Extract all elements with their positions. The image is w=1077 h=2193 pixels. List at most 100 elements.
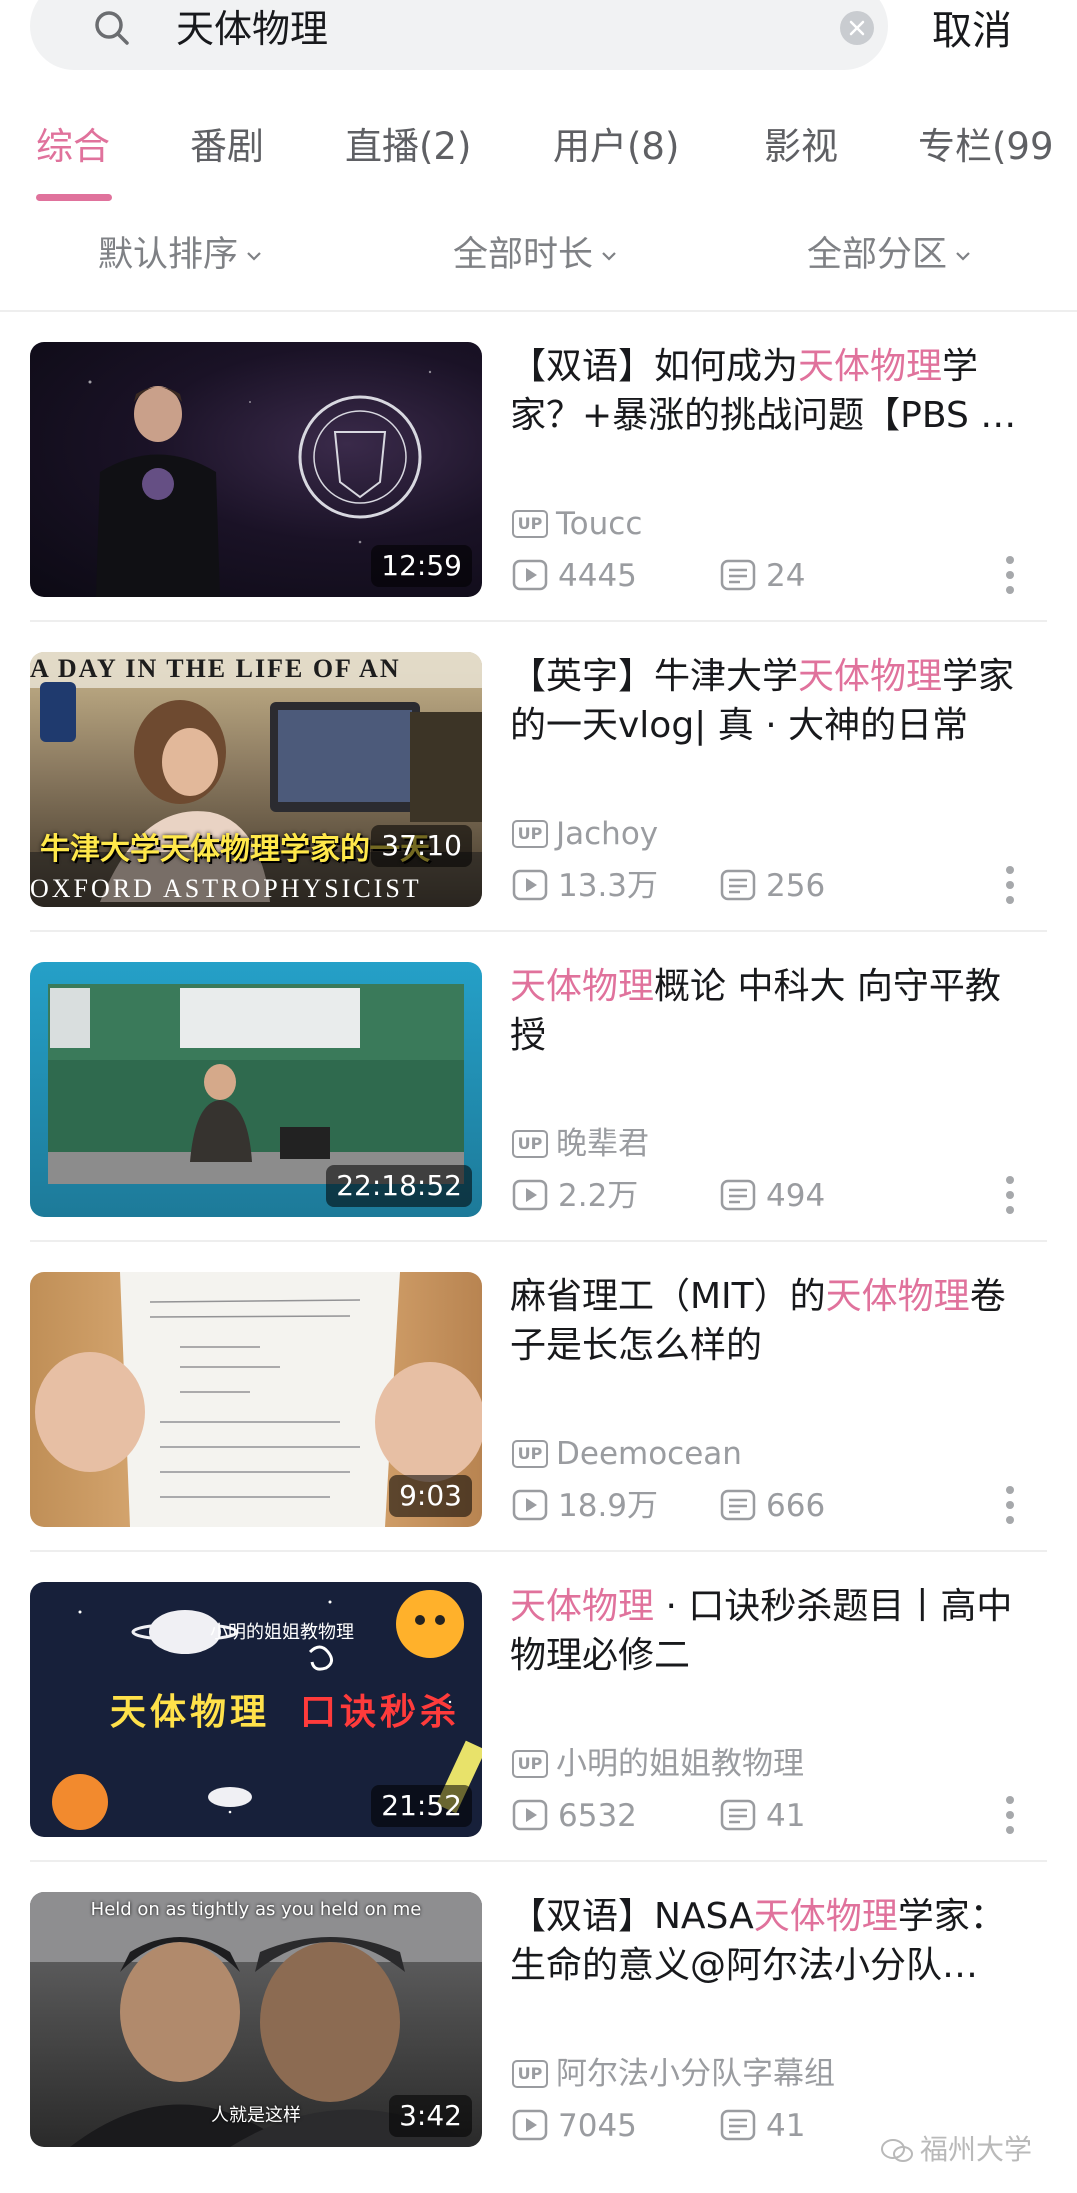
video-card[interactable]: 9:03 麻省理工（MIT）的天体物理卷子是长怎么样的 UP Deemocean … [0,1242,1077,1552]
danmaku-icon [720,869,756,901]
search-box[interactable]: 天体物理 [30,0,888,70]
title-highlight: 天体物理 [753,1896,898,1937]
tab-all[interactable]: 综合 [36,122,110,172]
video-title[interactable]: 【英字】牛津大学天体物理学家的一天vlog| 真 · 大神的日常 [510,652,1030,750]
video-duration: 21:52 [371,1785,472,1827]
duration-filter[interactable]: 全部时长 [453,231,617,279]
play-count-icon [512,869,548,901]
cancel-button[interactable]: 取消 [932,6,1012,56]
video-duration: 3:42 [389,2095,472,2137]
search-input[interactable]: 天体物理 [176,4,328,54]
video-card[interactable]: 小明的姐姐教物理 天体物理 口诀秒杀 21:52 天体物理 · 口诀秒杀题目丨高… [0,1552,1077,1862]
chevron-down-icon [956,252,970,261]
search-icon [95,11,129,45]
view-count-value: 6532 [558,1798,637,1834]
view-count-value: 2.2万 [558,1178,639,1214]
duration-filter-label: 全部时长 [453,235,594,275]
comment-count-value: 41 [766,2108,806,2144]
uploader-name: Jachoy [556,816,659,852]
uploader-row[interactable]: UP Toucc [512,504,642,544]
danmaku-icon [720,1799,756,1831]
title-highlight: 天体物理 [798,656,943,697]
more-options-icon[interactable] [1000,554,1020,598]
danmaku-icon [720,559,756,591]
filter-bar: 默认排序 全部时长 全部分区 [0,225,1077,293]
video-thumbnail[interactable]: A DAY IN THE LIFE OF AN 牛津大学天体物理学家的一天 OX… [30,652,482,907]
video-title[interactable]: 【双语】NASA天体物理学家：生命的意义@阿尔法小分队… [510,1892,1030,1990]
clear-icon[interactable] [840,11,874,45]
comment-count-value: 256 [766,868,826,904]
uploader-name: Deemocean [556,1436,742,1472]
danmaku-icon [720,1489,756,1521]
video-title[interactable]: 麻省理工（MIT）的天体物理卷子是长怎么样的 [510,1272,1030,1370]
stats-row: 6532 41 [512,1796,1032,1836]
video-title[interactable]: 【双语】如何成为天体物理学家？+暴涨的挑战问题【PBS … [510,342,1030,440]
uploader-row[interactable]: UP Deemocean [512,1434,742,1474]
search-tabs: 综合 番剧 直播(2) 用户(8) 影视 专栏(99 [0,112,1077,202]
stats-row: 13.3万 256 [512,866,1032,906]
search-header: 天体物理 取消 [0,0,1077,85]
comment-count-value: 41 [766,1798,806,1834]
play-count-icon [512,2109,548,2141]
uploader-row[interactable]: UP 阿尔法小分队字幕组 [512,2054,835,2094]
comment-count-value: 494 [766,1178,826,1214]
zone-filter[interactable]: 全部分区 [807,231,971,279]
chevron-down-icon [602,252,616,261]
up-badge-icon: UP [512,510,548,538]
thumbnail-banner-top: A DAY IN THE LIFE OF AN [30,654,401,683]
video-thumbnail[interactable]: 12:59 [30,342,482,597]
video-card[interactable]: 22:18:52 天体物理概论 中科大 向守平教授 UP 晚辈君 2.2万 494 [0,932,1077,1242]
stats-row: 18.9万 666 [512,1486,1032,1526]
uploader-name: 小明的姐姐教物理 [556,1746,804,1782]
title-highlight: 天体物理 [510,966,655,1007]
play-count-icon [512,1799,548,1831]
title-highlight: 天体物理 [798,346,943,387]
uploader-name: 晚辈君 [556,1126,649,1162]
tab-film[interactable]: 影视 [764,122,838,172]
video-card[interactable]: 12:59 【双语】如何成为天体物理学家？+暴涨的挑战问题【PBS … UP To… [0,312,1077,622]
video-thumbnail[interactable]: 22:18:52 [30,962,482,1217]
stats-row: 4445 24 [512,556,1032,596]
watermark: 福州大学 [880,2130,1032,2170]
video-duration: 9:03 [389,1475,472,1517]
tab-users[interactable]: 用户(8) [553,122,679,172]
tab-articles[interactable]: 专栏(99 [918,122,1054,172]
view-count-value: 7045 [558,2108,637,2144]
title-text: 麻省理工（MIT）的 [510,1276,826,1317]
comment-count-value: 666 [766,1488,826,1524]
title-highlight: 天体物理 [510,1586,655,1627]
video-title[interactable]: 天体物理 · 口诀秒杀题目丨高中物理必修二 [510,1582,1030,1680]
stats-row: 2.2万 494 [512,1176,1032,1216]
video-card[interactable]: Held on as tightly as you held on me 人就是… [0,1862,1077,2172]
video-thumbnail[interactable]: 小明的姐姐教物理 天体物理 口诀秒杀 21:52 [30,1582,482,1837]
uploader-row[interactable]: UP 小明的姐姐教物理 [512,1744,804,1784]
play-count-icon [512,1179,548,1211]
uploader-row[interactable]: UP Jachoy [512,814,658,854]
active-tab-indicator [36,194,112,201]
tab-live[interactable]: 直播(2) [345,122,471,172]
up-badge-icon: UP [512,2060,548,2088]
up-badge-icon: UP [512,1130,548,1158]
play-count-icon [512,559,548,591]
video-card[interactable]: A DAY IN THE LIFE OF AN 牛津大学天体物理学家的一天 OX… [0,622,1077,932]
sort-filter[interactable]: 默认排序 [98,231,262,279]
video-thumbnail[interactable]: Held on as tightly as you held on me 人就是… [30,1892,482,2147]
more-options-icon[interactable] [1000,1794,1020,1838]
thumbnail-banner-bottom: OXFORD ASTROPHYSICIST [30,874,422,903]
wechat-icon [881,2139,913,2162]
more-options-icon[interactable] [1000,1484,1020,1528]
danmaku-icon [720,1179,756,1211]
tab-bangumi[interactable]: 番剧 [190,122,264,172]
thumbnail-subtitle-top: Held on as tightly as you held on me [90,1899,422,1920]
play-count-icon [512,1489,548,1521]
up-badge-icon: UP [512,1750,548,1778]
more-options-icon[interactable] [1000,864,1020,908]
video-thumbnail[interactable]: 9:03 [30,1272,482,1527]
danmaku-icon [720,2109,756,2141]
view-count-value: 4445 [558,558,637,594]
more-options-icon[interactable] [1000,1174,1020,1218]
video-duration: 12:59 [371,545,472,587]
video-duration: 37:10 [371,825,472,867]
uploader-row[interactable]: UP 晚辈君 [512,1124,649,1164]
video-title[interactable]: 天体物理概论 中科大 向守平教授 [510,962,1030,1060]
